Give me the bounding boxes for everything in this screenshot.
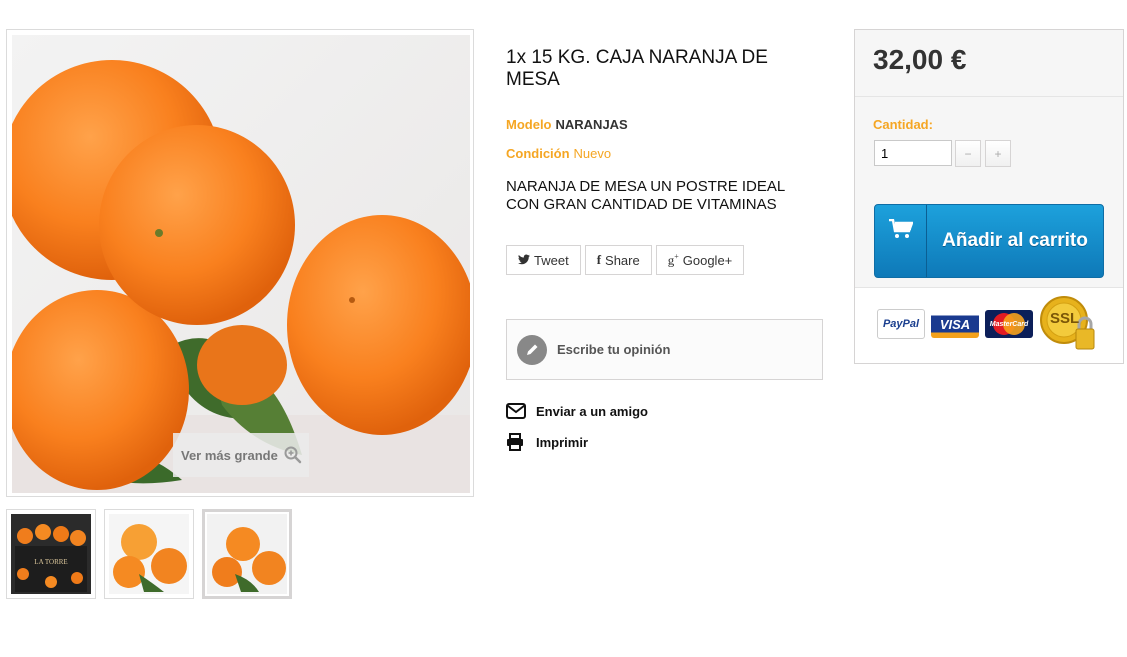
zoom-label: Ver más grande [181, 447, 278, 463]
product-price: 32,00 € [873, 44, 967, 75]
printer-icon [506, 433, 528, 451]
social-share-buttons: Tweet f Share g+ Google+ [506, 245, 745, 275]
product-condition: Condición Nuevo [506, 146, 611, 161]
quantity-input[interactable] [874, 140, 952, 166]
main-product-image[interactable]: Ver más grande [6, 29, 474, 497]
product-description: NARANJA DE MESA UN POSTRE IDEAL CON GRAN… [506, 178, 785, 213]
google-plus-button[interactable]: g+ Google+ [655, 245, 745, 275]
quantity-label: Cantidad: [873, 117, 933, 132]
thumbnail-box-of-oranges[interactable]: LA TORRE [6, 509, 96, 599]
envelope-icon [506, 403, 528, 419]
price-box: 32,00 € [855, 30, 1123, 97]
model-label: Modelo [506, 117, 552, 132]
thumb-box-text: LA TORRE [34, 558, 67, 566]
mastercard-logo: MasterCard [985, 310, 1033, 338]
send-to-friend-link[interactable]: Enviar a un amigo [506, 403, 648, 419]
thumbnail-oranges-2[interactable] [104, 509, 194, 599]
google-plus-icon: g+ [667, 251, 679, 268]
thumbnail-oranges-3[interactable] [202, 509, 292, 599]
zoom-button[interactable]: Ver más grande [173, 433, 309, 477]
facebook-icon: f [596, 252, 602, 267]
share-label: Share [605, 252, 640, 268]
quantity-decrease-button[interactable]: − [955, 140, 981, 167]
oranges-photo [12, 35, 470, 493]
write-review-label: Escribe tu opinión [557, 342, 671, 357]
pencil-icon [517, 334, 547, 365]
quantity-increase-button[interactable]: + [985, 140, 1011, 167]
google-label: Google+ [682, 252, 733, 268]
tweet-label: Tweet [534, 252, 569, 268]
write-review-button[interactable]: Escribe tu opinión [506, 319, 823, 380]
visa-logo: VISA [931, 310, 979, 338]
add-to-cart-label: Añadir al carrito [942, 230, 1088, 251]
twitter-icon [518, 253, 530, 268]
product-model: Modelo NARANJAS [506, 117, 628, 132]
print-label: Imprimir [536, 434, 589, 450]
model-value: NARANJAS [555, 117, 628, 132]
ssl-label: SSL [1050, 310, 1080, 327]
plus-icon: + [994, 146, 1002, 161]
product-title: 1x 15 KG. CAJA NARANJA DE MESA [506, 47, 768, 90]
minus-icon: − [964, 146, 972, 161]
send-to-friend-label: Enviar a un amigo [536, 403, 648, 419]
magnifier-plus-icon [284, 446, 302, 464]
payment-logos: PayPal VISA MasterCard SSL [877, 295, 1097, 353]
print-link[interactable]: Imprimir [506, 433, 588, 451]
quantity-section: Cantidad: − + Añadir al carrito [855, 97, 1123, 288]
condition-label: Condición [506, 146, 570, 161]
ssl-lock-badge: SSL [1039, 295, 1097, 353]
paypal-logo: PayPal [877, 309, 925, 339]
tweet-button[interactable]: Tweet [506, 245, 581, 275]
mastercard-label: MasterCard [989, 320, 1029, 328]
buy-box: 32,00 € Cantidad: − + Añadir al carrito … [854, 29, 1124, 364]
shopping-cart-icon [875, 205, 927, 277]
add-to-cart-button[interactable]: Añadir al carrito [874, 204, 1104, 278]
facebook-share-button[interactable]: f Share [584, 245, 652, 275]
thumbnail-list: LA TORRE [6, 509, 292, 599]
condition-value: Nuevo [573, 146, 612, 161]
